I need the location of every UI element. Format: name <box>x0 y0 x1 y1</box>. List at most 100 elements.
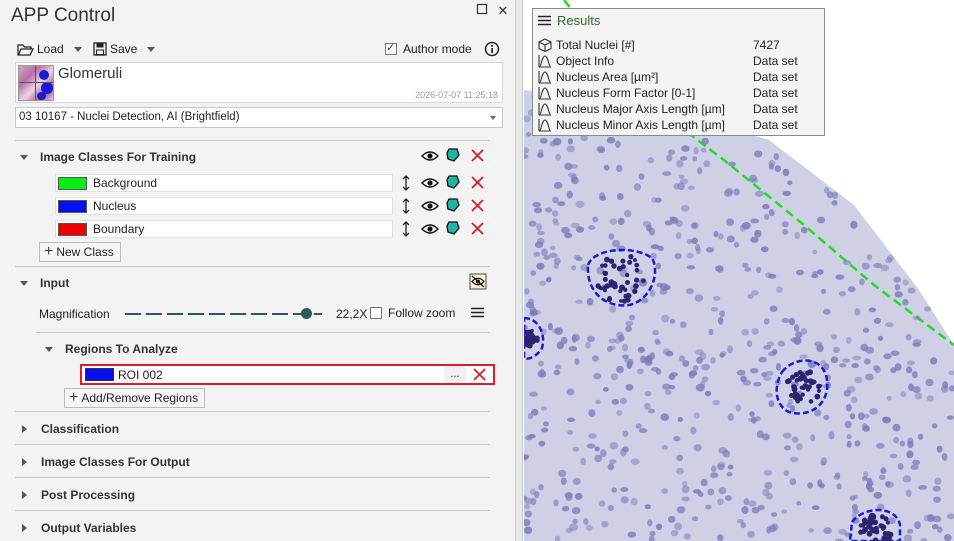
result-value: Data set <box>753 102 798 116</box>
roi-more-button[interactable]: ... <box>444 366 466 383</box>
info-button[interactable] <box>484 40 500 58</box>
nucleus-dot <box>693 147 699 155</box>
nucleus-dot <box>830 356 839 364</box>
result-row[interactable]: Nucleus Area [µm²] Data set <box>538 69 818 85</box>
polygon-icon[interactable] <box>446 148 460 162</box>
save-button[interactable]: Save <box>93 40 137 58</box>
restore-window-button[interactable] <box>474 3 490 19</box>
close-panel-button[interactable]: ✕ <box>495 3 511 19</box>
reorder-icon[interactable] <box>401 198 411 214</box>
glomerulus-nucleus-dot <box>530 338 536 344</box>
training-section-header[interactable]: Image Classes For Training <box>20 149 196 165</box>
nucleus-dot <box>571 507 581 515</box>
result-row[interactable]: Nucleus Minor Axis Length [µm] Data set <box>538 117 818 133</box>
nucleus-dot <box>717 461 726 468</box>
post-processing-section-header[interactable]: Post Processing <box>20 487 135 503</box>
classes-output-section-header[interactable]: Image Classes For Output <box>20 454 190 470</box>
delete-icon[interactable] <box>471 176 484 189</box>
nucleus-dot <box>586 443 596 449</box>
glomerulus-nucleus-dot <box>627 259 633 265</box>
nucleus-dot <box>524 510 532 518</box>
reorder-icon[interactable] <box>401 221 411 237</box>
nucleus-dot <box>768 209 775 217</box>
polygon-icon[interactable] <box>446 175 460 189</box>
nucleus-dot <box>649 531 656 536</box>
nucleus-dot <box>931 423 938 429</box>
magnification-slider-thumb[interactable] <box>301 308 312 319</box>
hide-overlay-icon[interactable] <box>469 273 487 290</box>
glomerulus-outline[interactable] <box>586 248 657 307</box>
polygon-icon[interactable] <box>446 221 460 235</box>
nucleus-dot <box>554 535 561 541</box>
result-row[interactable]: Object Info Data set <box>538 53 818 69</box>
load-dropdown[interactable] <box>74 40 82 58</box>
nucleus-dot <box>536 223 542 232</box>
load-button[interactable]: Load <box>17 40 64 58</box>
class-row-boundary[interactable]: Boundary <box>55 220 393 238</box>
nucleus-dot <box>763 469 773 476</box>
menu-icon[interactable] <box>471 307 484 318</box>
delete-icon[interactable] <box>471 222 484 235</box>
panel-splitter[interactable] <box>516 0 523 541</box>
class-color-swatch[interactable] <box>58 222 87 236</box>
nucleus-dot <box>661 488 669 494</box>
nucleus-dot <box>777 340 785 347</box>
nucleus-dot <box>696 356 703 364</box>
eye-icon[interactable] <box>421 150 439 162</box>
follow-zoom-toggle[interactable]: Follow zoom <box>370 306 455 320</box>
input-section-header[interactable]: Input <box>20 275 69 291</box>
roi-row[interactable]: ROI 002 ... <box>80 364 495 385</box>
follow-zoom-checkbox[interactable] <box>370 307 382 319</box>
nucleus-dot <box>946 415 954 420</box>
author-mode-checkbox[interactable] <box>385 41 397 55</box>
nucleus-dot <box>742 379 752 386</box>
output-variables-section-header[interactable]: Output Variables <box>20 520 136 536</box>
add-remove-regions-button[interactable]: + Add/Remove Regions <box>64 388 206 408</box>
nucleus-dot <box>667 515 676 523</box>
new-class-button[interactable]: + New Class <box>39 242 121 262</box>
classification-section-header[interactable]: Classification <box>20 421 119 437</box>
nucleus-dot <box>769 305 778 312</box>
nucleus-dot <box>782 190 791 197</box>
nucleus-dot <box>622 446 629 453</box>
reorder-icon[interactable] <box>401 175 411 191</box>
class-color-swatch[interactable] <box>58 176 87 190</box>
nucleus-dot <box>823 527 832 535</box>
result-row[interactable]: Nucleus Major Axis Length [µm] Data set <box>538 101 818 117</box>
nucleus-dot <box>744 267 752 272</box>
author-mode-toggle[interactable]: Author mode <box>385 40 472 58</box>
nucleus-dot <box>890 350 900 357</box>
app-selector[interactable]: 03 10167 - Nuclei Detection, AI (Brightf… <box>15 107 503 128</box>
delete-icon[interactable] <box>473 368 486 381</box>
polygon-icon[interactable] <box>446 198 460 212</box>
nucleus-dot <box>620 397 627 405</box>
class-row-nucleus[interactable]: Nucleus <box>55 197 393 215</box>
app-card[interactable]: Glomeruli 2026-07-07 11:25:18 <box>15 62 503 103</box>
nucleus-dot <box>691 516 699 522</box>
eye-icon[interactable] <box>421 200 439 212</box>
nucleus-dot <box>894 291 903 298</box>
nucleus-dot <box>598 500 606 507</box>
regions-section-header[interactable]: Regions To Analyze <box>45 341 178 357</box>
nucleus-dot <box>676 160 684 168</box>
nucleus-dot <box>828 431 835 440</box>
expand-icon <box>22 458 27 466</box>
nucleus-dot <box>846 434 852 440</box>
class-row-background[interactable]: Background <box>55 174 393 192</box>
result-row[interactable]: Nucleus Form Factor [0-1] Data set <box>538 85 818 101</box>
eye-icon[interactable] <box>421 223 439 235</box>
eye-icon[interactable] <box>421 177 439 189</box>
result-row[interactable]: Total Nuclei [#] 7427 <box>538 37 818 53</box>
save-dropdown[interactable] <box>147 40 155 58</box>
nucleus-dot <box>609 218 618 225</box>
nucleus-dot <box>838 291 847 297</box>
class-color-swatch[interactable] <box>58 199 87 213</box>
delete-icon[interactable] <box>471 199 484 212</box>
nucleus-dot <box>710 357 716 364</box>
delete-icon[interactable] <box>471 149 484 162</box>
roi-color-swatch[interactable] <box>85 368 114 381</box>
nucleus-dot <box>665 350 674 357</box>
magnification-slider-track[interactable] <box>125 313 322 315</box>
menu-icon[interactable] <box>538 15 551 26</box>
nucleus-dot <box>914 392 923 400</box>
